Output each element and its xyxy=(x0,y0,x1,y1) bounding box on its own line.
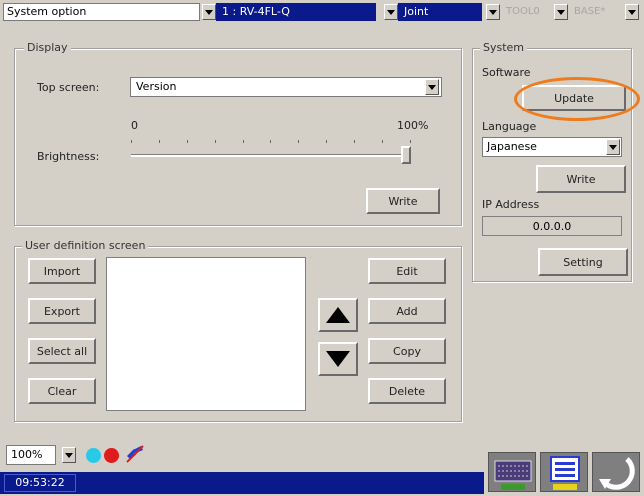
top-bar: System option 1 : RV-4FL-Q Joint TOOL0 B… xyxy=(0,0,644,24)
base-dropdown-button[interactable] xyxy=(625,4,639,20)
chevron-down-icon xyxy=(428,84,436,90)
import-button[interactable]: Import xyxy=(28,258,96,284)
setting-button[interactable]: Setting xyxy=(538,248,628,276)
jog-dropdown-button[interactable] xyxy=(486,4,500,20)
brightness-label: Brightness: xyxy=(37,150,100,163)
ip-address-field: 0.0.0.0 xyxy=(482,216,622,236)
language-value: Japanese xyxy=(487,140,537,153)
robot-select[interactable]: 1 : RV-4FL-Q xyxy=(216,3,376,21)
chevron-down-icon xyxy=(205,9,213,15)
tool-select[interactable]: TOOL0 xyxy=(500,3,552,21)
clear-button[interactable]: Clear xyxy=(28,378,96,404)
brightness-slider[interactable] xyxy=(131,140,411,170)
select-all-button[interactable]: Select all xyxy=(28,338,96,364)
brightness-track xyxy=(131,154,411,157)
chevron-down-icon xyxy=(65,452,73,458)
edit-button[interactable]: Edit xyxy=(368,258,446,284)
base-select-value: BASE* xyxy=(574,6,606,17)
zoom-select[interactable]: 100% xyxy=(6,445,56,465)
copy-button[interactable]: Copy xyxy=(368,338,446,364)
move-down-button[interactable] xyxy=(318,342,358,376)
language-write-button[interactable]: Write xyxy=(536,165,626,193)
mode-select[interactable]: System option xyxy=(3,3,200,21)
chevron-down-icon xyxy=(557,9,565,15)
menu-icon xyxy=(550,456,580,490)
mode-select-value: System option xyxy=(7,5,87,18)
update-highlight-ring xyxy=(514,77,640,121)
add-button[interactable]: Add xyxy=(368,298,446,324)
chevron-down-icon xyxy=(628,9,636,15)
display-write-button[interactable]: Write xyxy=(366,188,440,214)
top-screen-select[interactable]: Version xyxy=(130,77,442,97)
status-red-indicator xyxy=(104,448,119,463)
zoom-value: 100% xyxy=(11,448,43,461)
language-select[interactable]: Japanese xyxy=(482,137,622,157)
up-arrow-icon xyxy=(326,307,350,323)
move-up-button[interactable] xyxy=(318,298,358,332)
down-arrow-icon xyxy=(326,351,350,367)
brightness-thumb[interactable] xyxy=(401,146,411,164)
robot-select-value: 1 : RV-4FL-Q xyxy=(222,5,290,18)
status-cyan-indicator xyxy=(86,448,101,463)
robot-dropdown-button[interactable] xyxy=(384,4,398,20)
mode-dropdown-button[interactable] xyxy=(202,4,216,20)
delete-button[interactable]: Delete xyxy=(368,378,446,404)
clock-display: 09:53:22 xyxy=(4,474,76,492)
ip-address-label: IP Address xyxy=(482,198,540,211)
top-screen-value: Version xyxy=(136,80,177,93)
top-screen-label: Top screen: xyxy=(37,81,100,94)
menu-button[interactable] xyxy=(540,452,588,492)
language-dropdown-button[interactable] xyxy=(606,139,620,155)
operation-disabled-icon xyxy=(124,444,146,464)
return-button[interactable] xyxy=(592,452,640,492)
chevron-down-icon xyxy=(609,144,617,150)
chevron-down-icon xyxy=(489,9,497,15)
top-screen-dropdown-button[interactable] xyxy=(425,79,439,95)
brightness-ticks xyxy=(131,140,411,144)
software-label: Software xyxy=(482,66,531,79)
tool-select-value: TOOL0 xyxy=(506,6,540,17)
user-screen-list[interactable] xyxy=(106,257,306,411)
jog-mode-value: Joint xyxy=(404,5,429,18)
brightness-min-label: 0 xyxy=(131,119,138,132)
language-label: Language xyxy=(482,120,537,133)
keyboard-icon xyxy=(494,460,532,490)
base-select[interactable]: BASE* xyxy=(568,3,622,21)
return-icon xyxy=(599,457,635,490)
user-definition-group-title: User definition screen xyxy=(22,239,149,252)
brightness-max-label: 100% xyxy=(397,119,429,132)
keyboard-button[interactable] xyxy=(488,452,536,492)
export-button[interactable]: Export xyxy=(28,298,96,324)
jog-mode-select[interactable]: Joint xyxy=(398,3,482,21)
zoom-dropdown-button[interactable] xyxy=(62,447,76,463)
chevron-down-icon xyxy=(387,9,395,15)
tool-dropdown-button[interactable] xyxy=(554,4,568,20)
system-group-title: System xyxy=(480,41,528,54)
display-group-title: Display xyxy=(24,41,71,54)
